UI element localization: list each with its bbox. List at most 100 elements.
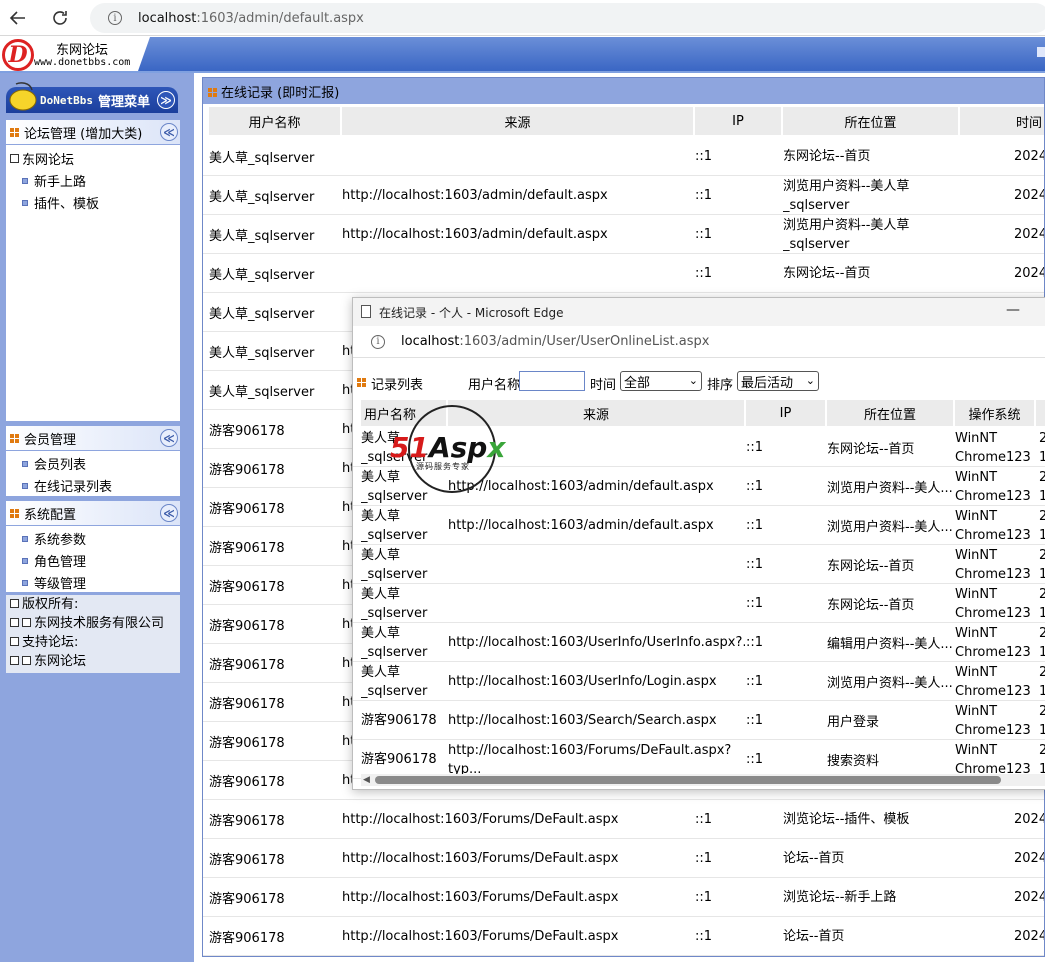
sort-select[interactable]: 最后活动 ⌄ — [737, 371, 819, 391]
popup-cell-tail: 2 1 — [1039, 467, 1045, 506]
column-header-time[interactable]: 时间 — [960, 107, 1044, 135]
cell-source: http://localhost:1603/Forums/DeFault.asp… — [342, 890, 619, 905]
site-info-icon[interactable]: i — [371, 334, 385, 349]
watermark-logo: 51Aspx 源码服务专家 — [390, 405, 514, 497]
time-select[interactable]: 全部 ⌄ — [620, 371, 702, 391]
forum-root[interactable]: 东网论坛 — [10, 149, 74, 168]
menu-collapse-icon[interactable]: ≫ — [157, 91, 175, 109]
popup-cell-ip: ::1 — [746, 596, 764, 611]
cell-time: 2024 1 — [1014, 188, 1045, 203]
minimize-icon[interactable]: — — [1003, 302, 1023, 322]
cell-time: 2024 1 — [1014, 266, 1045, 281]
forum-item-plugins[interactable]: 插件、模板 — [22, 193, 99, 212]
menu-item-member-list[interactable]: 会员列表 — [22, 454, 86, 473]
cell-ip: ::1 — [695, 890, 713, 905]
popup-cell-source: http://localhost:1603/admin/default.aspx — [448, 518, 714, 533]
cell-user: 美人草_sqlserver — [209, 151, 315, 166]
address-bar[interactable]: i localhost:1603/admin/default.aspx — [90, 3, 1045, 33]
column-header-location[interactable]: 所在位置 — [783, 107, 959, 135]
table-row: 游客906178 http://localhost:1603/Forums/DeF… — [203, 878, 1044, 917]
cell-source: http://localhost:1603/admin/default.aspx — [342, 227, 608, 242]
popup-titlebar[interactable]: 在线记录 - 个人 - Microsoft Edge — — [353, 298, 1045, 326]
cell-location: 论坛--首页 — [783, 929, 845, 944]
refresh-icon[interactable] — [46, 4, 74, 32]
forum-item-newbie[interactable]: 新手上路 — [22, 171, 86, 190]
cell-user: 游客906178 — [209, 463, 285, 478]
collapse-icon[interactable]: ≪ — [160, 504, 178, 522]
url-path: :1603/admin/default.aspx — [196, 10, 364, 26]
popup-cell-source — [448, 584, 745, 623]
column-header-ip[interactable]: IP — [695, 107, 782, 135]
popup-cell-user: 美人草 _sqlserver — [361, 625, 428, 660]
collapse-icon[interactable]: ≪ — [160, 429, 178, 447]
popup-cell-source: http://localhost:1603/Search/Search.aspx — [448, 713, 717, 728]
square-icon — [10, 599, 19, 608]
site-info-icon[interactable]: i — [108, 11, 122, 25]
popup-cell-location: 用户登录 — [827, 715, 880, 730]
cell-location: 浏览论坛--插件、模板 — [783, 812, 910, 827]
popup-column-ip[interactable]: IP — [746, 400, 826, 426]
menu-item-role-management[interactable]: 角色管理 — [22, 551, 86, 570]
cell-user: 游客906178 — [209, 580, 285, 595]
popup-cell-location: 浏览用户资料--美人... — [827, 520, 953, 535]
bullet-icon — [22, 460, 28, 467]
popup-column-location[interactable]: 所在位置 — [827, 400, 954, 426]
collapse-icon[interactable]: ≪ — [160, 123, 178, 141]
menu-item-system-params[interactable]: 系统参数 — [22, 529, 86, 548]
menu-item-label: 角色管理 — [34, 555, 87, 570]
back-arrow-icon[interactable] — [4, 4, 32, 32]
popup-table-row: 游客906178 http://localhost:1603/Search/Sea… — [353, 701, 1045, 740]
popup-url-host: localhost — [401, 334, 460, 349]
popup-column-os[interactable]: 操作系统 — [955, 400, 1035, 426]
chevron-down-icon: ⌄ — [805, 374, 815, 387]
cell-ip: ::1 — [695, 929, 713, 944]
cell-ip: ::1 — [695, 227, 713, 242]
header-right-icon[interactable] — [1037, 47, 1045, 57]
menu-item-level-management[interactable]: 等级管理 — [22, 573, 86, 592]
cell-location: 浏览用户资料--美人草_sqlserver — [783, 217, 910, 252]
sidebar-brand: DoNetBbs — [40, 93, 93, 107]
section-label: 系统配置 — [24, 507, 77, 523]
logo-icon: D — [2, 39, 34, 71]
square-icon — [10, 656, 19, 665]
cell-time: 2024 1 — [1014, 929, 1045, 944]
menu-item-online-list[interactable]: 在线记录列表 — [22, 476, 112, 495]
popup-cell-user: 美人草 _sqlserver — [361, 508, 428, 543]
scroll-left-icon[interactable]: ◀ — [363, 775, 370, 785]
horizontal-scrollbar[interactable]: ◀ — [361, 774, 1045, 786]
popup-cell-tail: 2 1 — [1039, 545, 1045, 584]
popup-column-time[interactable] — [1036, 400, 1045, 426]
sidebar-footer: 版权所有: 东网技术服务有限公司 支持论坛: 东网论坛 — [6, 595, 180, 673]
section-member-management[interactable]: 会员管理 ≪ — [6, 426, 180, 450]
popup-address-bar[interactable]: i localhost:1603/admin/User/UserOnlineLi… — [353, 326, 1045, 358]
square-icon — [22, 618, 31, 627]
popup-cell-tail: 2 1 — [1039, 623, 1045, 662]
cell-user: 游客906178 — [209, 736, 285, 751]
grid-icon — [10, 128, 19, 137]
popup-cell-tail: 2 1 — [1039, 662, 1045, 701]
footer-line[interactable]: 东网论坛 — [6, 652, 180, 671]
section-label: 论坛管理 (增加大类) — [24, 126, 143, 142]
scrollbar-thumb[interactable] — [375, 776, 1001, 784]
popup-cell-os: WinNT Chrome123 — [955, 664, 1031, 699]
cell-source: http://localhost:1603/Forums/DeFault.asp… — [342, 812, 619, 827]
section-system-config[interactable]: 系统配置 ≪ — [6, 501, 180, 525]
popup-cell-tail: 2 1 — [1039, 701, 1045, 740]
cell-user: 游客906178 — [209, 619, 285, 634]
column-header-user[interactable]: 用户名称 — [209, 107, 341, 135]
popup-cell-location: 编辑用户资料--美人... — [827, 637, 953, 652]
cell-time: 2024 1 — [1014, 227, 1045, 242]
username-input[interactable] — [519, 371, 585, 391]
panel-title: 在线记录 (即时汇报) — [203, 78, 1044, 104]
popup-cell-tail: 2 1 — [1039, 428, 1045, 467]
bullet-icon — [22, 482, 28, 489]
footer-line: 版权所有: — [6, 595, 180, 614]
section-forum-management[interactable]: 论坛管理 (增加大类) ≪ — [6, 120, 180, 144]
cell-user: 游客906178 — [209, 502, 285, 517]
column-header-source[interactable]: 来源 — [342, 107, 694, 135]
cell-ip: ::1 — [695, 149, 713, 164]
sort-select-value: 最后活动 — [741, 375, 794, 391]
bullet-icon — [22, 579, 28, 586]
cell-source: http://localhost:1603/Forums/DeFault.asp… — [342, 851, 619, 866]
cell-source: http://localhost:1603/admin/default.aspx — [342, 188, 608, 203]
